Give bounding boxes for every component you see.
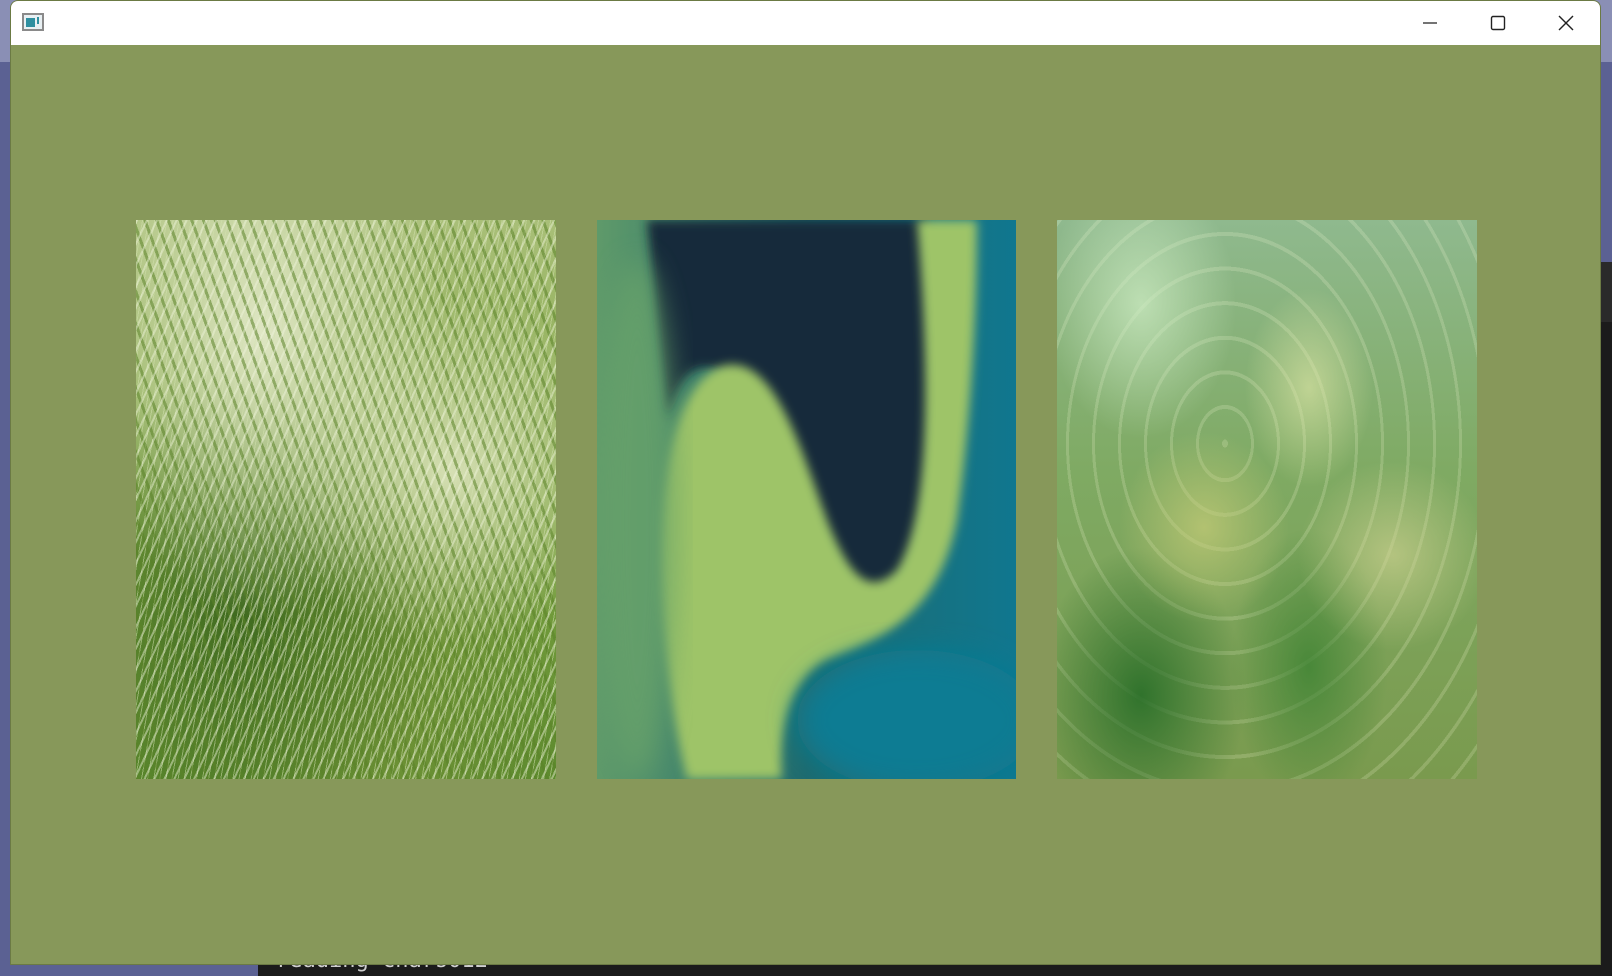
close-icon xyxy=(1558,15,1574,31)
maximize-icon xyxy=(1490,15,1506,31)
grass-image xyxy=(136,220,556,779)
abstract-wave-graphic xyxy=(597,220,1016,779)
minimize-button[interactable] xyxy=(1396,1,1464,45)
water-image xyxy=(1057,220,1477,779)
app-window-icon[interactable] xyxy=(22,13,44,31)
window-content xyxy=(11,45,1600,964)
maximize-button[interactable] xyxy=(1464,1,1532,45)
app-window xyxy=(10,0,1601,965)
minimize-icon xyxy=(1423,22,1437,24)
background-window-edge xyxy=(1600,262,1612,322)
title-bar[interactable] xyxy=(11,1,1600,45)
close-button[interactable] xyxy=(1532,1,1600,45)
abstract-wave-image xyxy=(597,220,1016,779)
